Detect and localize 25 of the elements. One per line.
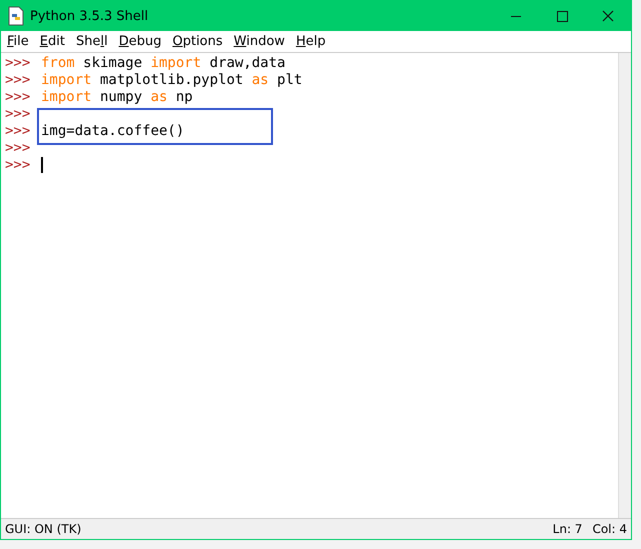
menu-item[interactable]: Help bbox=[292, 34, 333, 49]
prompt: >>> bbox=[4, 72, 32, 89]
menu-item[interactable]: Shell bbox=[72, 34, 115, 49]
scrollbar[interactable] bbox=[618, 53, 631, 518]
line-number: Ln: 7 bbox=[552, 522, 582, 536]
prompt: >>> bbox=[4, 157, 32, 174]
menu-item[interactable]: Debug bbox=[114, 34, 168, 49]
prompt: >>> bbox=[4, 123, 32, 140]
status-text: GUI: ON (TK) bbox=[5, 522, 82, 536]
prompt: >>> bbox=[4, 55, 32, 72]
python-file-icon bbox=[7, 6, 25, 26]
prompt: >>> bbox=[4, 89, 32, 106]
menu-item[interactable]: Options bbox=[168, 34, 230, 49]
code-line: import numpy as np bbox=[41, 89, 193, 106]
prompt: >>> bbox=[4, 140, 32, 157]
menu-item[interactable]: Window bbox=[230, 34, 292, 49]
menu-item[interactable]: Edit bbox=[36, 34, 72, 49]
column-number: Col: 4 bbox=[592, 522, 627, 536]
code-line: img=data.coffee() bbox=[41, 123, 184, 140]
window-title: Python 3.5.3 Shell bbox=[30, 8, 150, 24]
code-line: import matplotlib.pyplot as plt bbox=[41, 72, 302, 89]
prompt: >>> bbox=[4, 106, 32, 123]
menu-item[interactable]: File bbox=[3, 34, 36, 49]
code-line: from skimage import draw,data bbox=[41, 55, 286, 72]
text-cursor bbox=[41, 157, 43, 173]
